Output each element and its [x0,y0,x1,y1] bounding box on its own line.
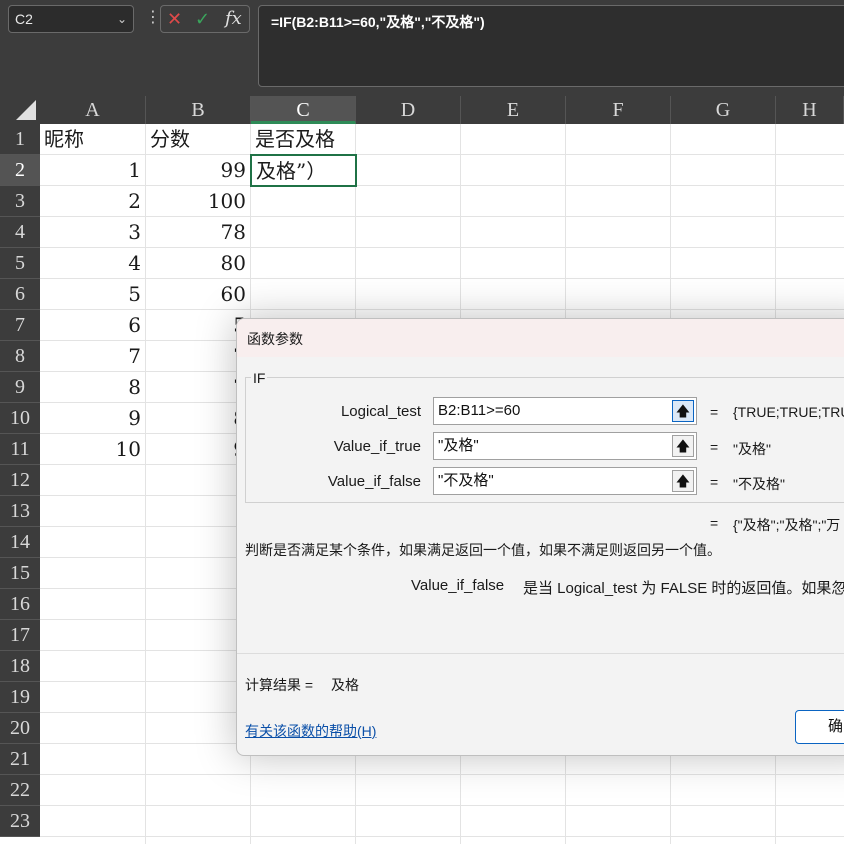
row-header-18[interactable]: 18 [0,651,40,682]
calc-result-value: 及格 [331,677,359,693]
row-header-19[interactable]: 19 [0,682,40,713]
column-header-g[interactable]: G [671,96,776,124]
logical-test-value: B2:B11>=60 [438,402,521,419]
more-vertical-icon[interactable]: ⋮ [145,9,161,27]
row-header-16[interactable]: 16 [0,589,40,620]
cell-a10[interactable]: 9 [40,403,146,434]
equals-sign: = [710,404,719,420]
row-header-3[interactable]: 3 [0,186,40,217]
value-if-false-value: "不及格" [438,472,494,489]
cell-a2[interactable]: 1 [40,155,146,186]
arg-label-value-if-true: Value_if_true [333,438,421,455]
value-if-false-result: "不及格" [733,476,785,492]
value-if-true-result: "及格" [733,441,771,457]
row-header-9[interactable]: 9 [0,372,40,403]
row-header-23[interactable]: 23 [0,806,40,837]
insert-function-fx-icon[interactable]: fx [225,9,242,29]
confirm-check-icon[interactable]: ✓ [195,9,210,29]
cell-a5[interactable]: 4 [40,248,146,279]
value-if-true-value: "及格" [438,437,479,454]
row-header-14[interactable]: 14 [0,527,40,558]
arg-help-text: 是当 Logical_test 为 FALSE 时的返回值。如果忽 [523,580,844,597]
cell-c1[interactable]: 是否及格 [251,124,356,155]
row-header-21[interactable]: 21 [0,744,40,775]
cell-a4[interactable]: 3 [40,217,146,248]
logical-test-input[interactable]: B2:B11>=60 🡅 [433,397,697,425]
cell-a6[interactable]: 5 [40,279,146,310]
overall-result-preview: {"及格";"及格";"万 [733,517,841,533]
row-header-13[interactable]: 13 [0,496,40,527]
collapse-dialog-icon[interactable]: 🡅 [672,400,694,422]
dialog-title: 函数参数 [247,331,303,347]
column-header-d[interactable]: D [356,96,461,124]
cancel-x-icon[interactable]: ✕ [167,9,182,29]
cell-b5[interactable]: 80 [146,248,251,279]
row-header-17[interactable]: 17 [0,620,40,651]
select-all-corner[interactable] [0,96,40,124]
row-header-6[interactable]: 6 [0,279,40,310]
row-header-20[interactable]: 20 [0,713,40,744]
column-header-f[interactable]: F [566,96,671,124]
row-header-12[interactable]: 12 [0,465,40,496]
row-header-15[interactable]: 15 [0,558,40,589]
cell-b1[interactable]: 分数 [146,124,251,155]
function-arguments-dialog: 函数参数 IF Logical_test B2:B11>=60 🡅 = {TRU… [236,318,844,756]
cell-b3[interactable]: 100 [146,186,251,217]
column-header-b[interactable]: B [146,96,251,124]
cell-b4[interactable]: 78 [146,217,251,248]
calc-result-label: 计算结果 = [245,677,314,693]
value-if-false-input[interactable]: "不及格" 🡅 [433,467,697,495]
row-header-5[interactable]: 5 [0,248,40,279]
column-header-a[interactable]: A [40,96,146,124]
formula-input[interactable]: =IF(B2:B11>=60,"及格","不及格") [258,5,844,87]
row-header-7[interactable]: 7 [0,310,40,341]
row-header-10[interactable]: 10 [0,403,40,434]
cell-b2[interactable]: 99 [146,155,251,186]
row-header-11[interactable]: 11 [0,434,40,465]
collapse-dialog-icon[interactable]: 🡅 [672,470,694,492]
dialog-titlebar[interactable]: 函数参数 [237,319,844,357]
ok-button[interactable]: 确 [795,710,844,744]
row-header-4[interactable]: 4 [0,217,40,248]
column-header-e[interactable]: E [461,96,566,124]
cell-a9[interactable]: 8 [40,372,146,403]
divider [237,653,844,654]
cell-c2-active[interactable]: 及格”） [250,154,357,187]
equals-sign: = [710,515,719,531]
function-help-link[interactable]: 有关该函数的帮助(H) [245,721,376,741]
name-box[interactable]: C2 ⌄ [8,5,134,33]
value-if-true-input[interactable]: "及格" 🡅 [433,432,697,460]
arg-help-name: Value_if_false [411,577,505,594]
collapse-dialog-icon[interactable]: 🡅 [672,435,694,457]
formula-buttons: ✕ ✓ fx [160,5,250,33]
cell-a7[interactable]: 6 [40,310,146,341]
cell-a8[interactable]: 7 [40,341,146,372]
equals-sign: = [710,439,719,455]
row-header-22[interactable]: 22 [0,775,40,806]
arg-label-value-if-false: Value_if_false [327,473,421,490]
name-box-value: C2 [15,11,33,27]
arg-label-logical-test: Logical_test [340,403,421,420]
chevron-down-icon[interactable]: ⌄ [117,6,127,32]
formula-bar-area: C2 ⌄ ⋮ ✕ ✓ fx =IF(B2:B11>=60,"及格","不及格") [0,0,844,96]
column-header-h[interactable]: H [776,96,844,124]
row-header-2[interactable]: 2 [0,155,40,186]
cell-b6[interactable]: 60 [146,279,251,310]
cell-a1[interactable]: 昵称 [40,124,146,155]
logical-test-result: {TRUE;TRUE;TRU [733,404,844,420]
cell-a11[interactable]: 10 [40,434,146,465]
cell-a3[interactable]: 2 [40,186,146,217]
row-header-8[interactable]: 8 [0,341,40,372]
function-name-label: IF [251,370,268,386]
function-description: 判断是否满足某个条件，如果满足返回一个值，如果不满足则返回另一个值。 [245,542,721,558]
equals-sign: = [710,474,719,490]
column-header-c[interactable]: C [251,96,356,124]
row-header-1[interactable]: 1 [0,124,40,155]
